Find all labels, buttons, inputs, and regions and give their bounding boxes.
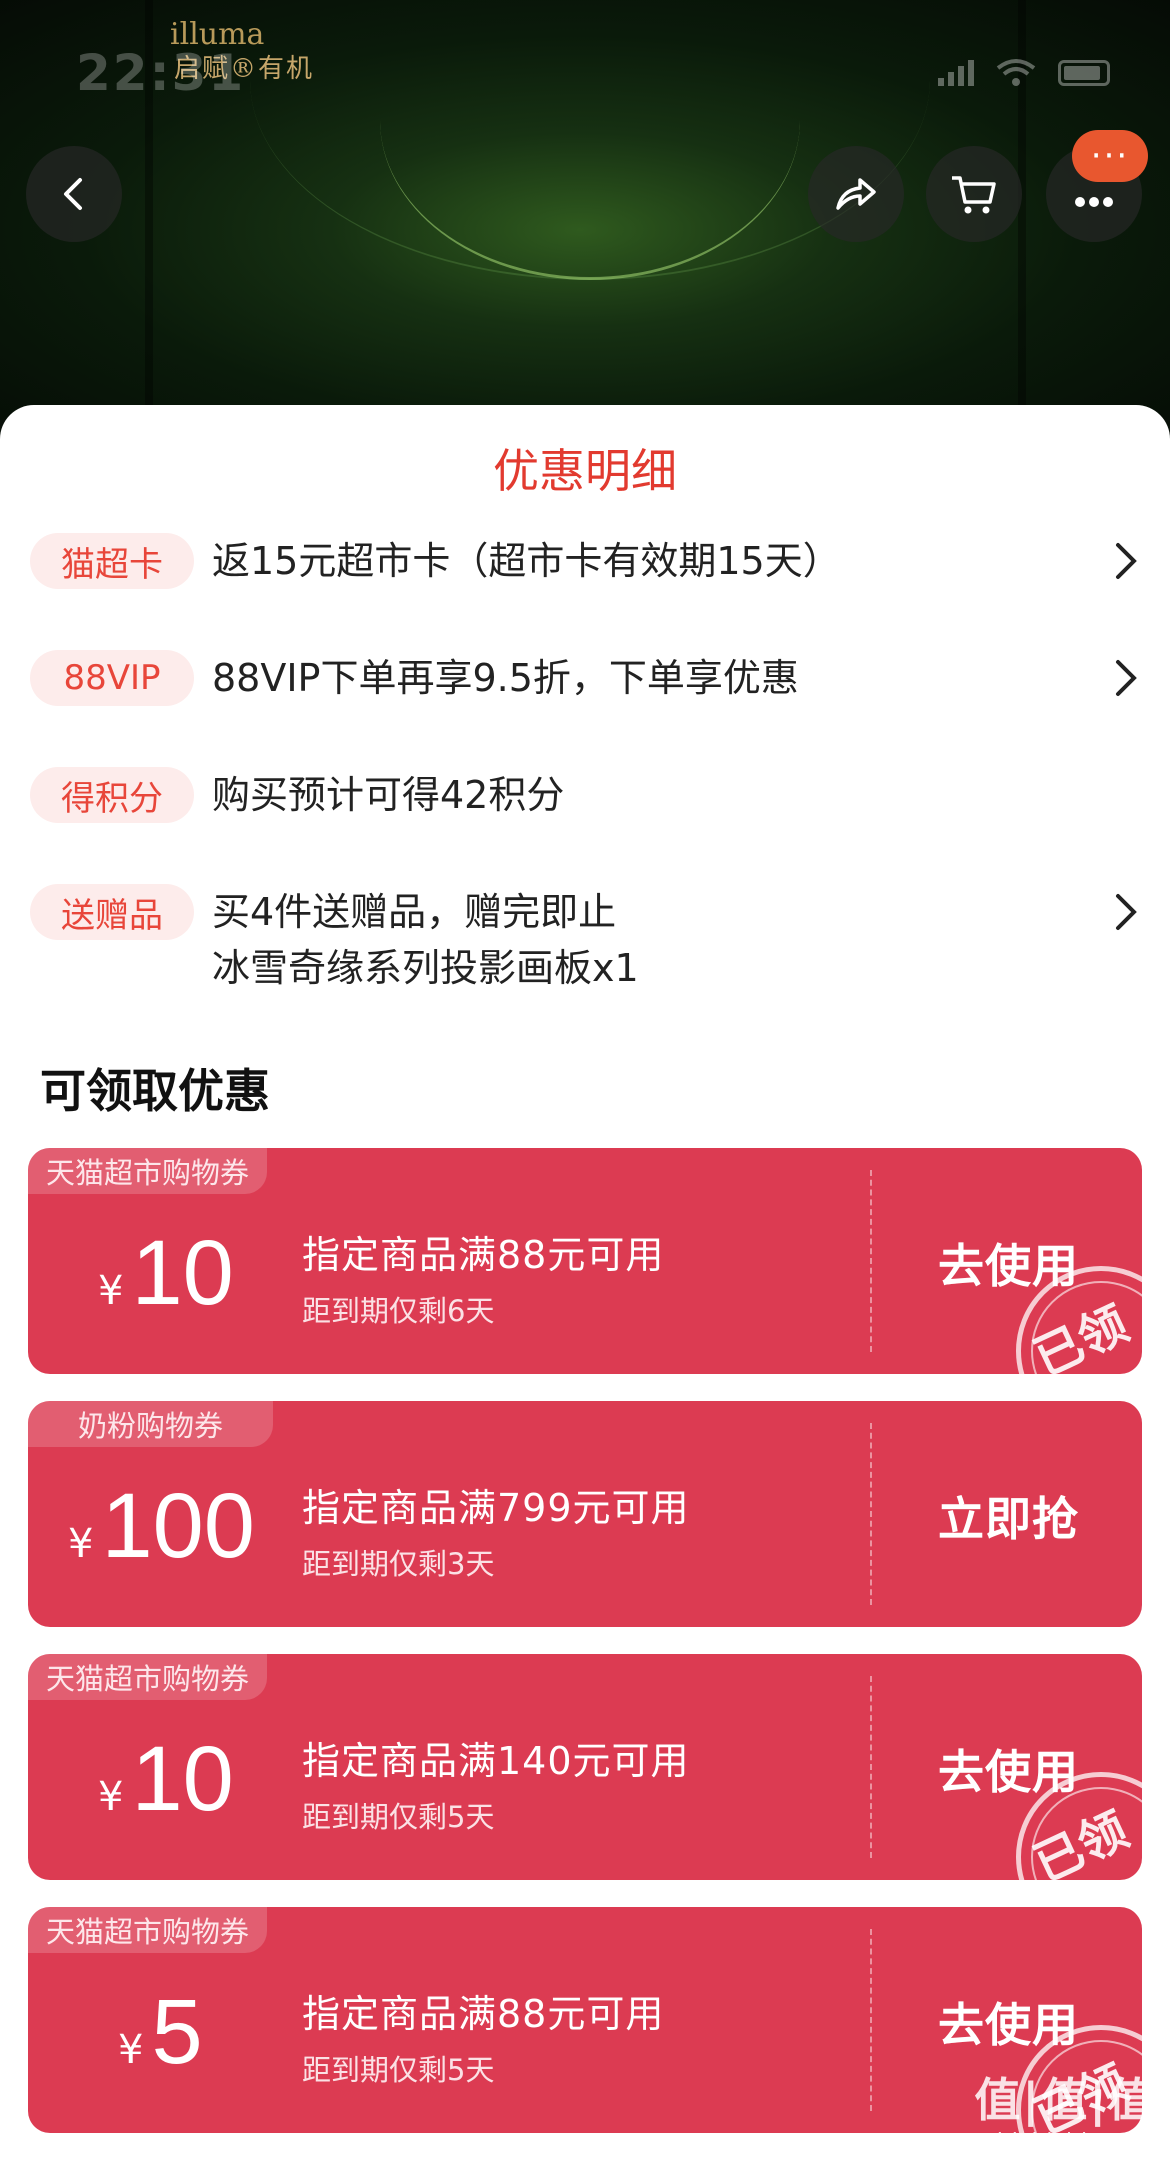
coupon-expiry: 距到期仅剩6天	[302, 1294, 495, 1328]
coupon-amount: ¥ 10	[98, 1724, 234, 1834]
coupon-amount: ¥ 10	[98, 1218, 234, 1328]
coupon-divider	[870, 1929, 872, 2111]
coupon-divider	[870, 1676, 872, 1858]
back-arrow-icon	[64, 178, 82, 210]
coupon-type-label: 天猫超市购物券	[28, 1907, 268, 1953]
coupon-type-label: 奶粉购物券	[28, 1401, 274, 1447]
coupon-condition: 指定商品满140元可用	[302, 1739, 690, 1783]
coupon-value: 10	[131, 1222, 234, 1324]
benefit-tag: 88VIP	[30, 650, 194, 706]
benefit-text: 88VIP下单再享9.5折，下单享优惠	[212, 656, 799, 700]
discount-detail-sheet: 优惠明细 猫超卡 返15元超市卡（超市卡有效期15天） 88VIP 88VIP下…	[0, 405, 1170, 2165]
currency-symbol: ¥	[98, 1268, 124, 1314]
watermark-logo: 值|值|值	[974, 2073, 1156, 2127]
chevron-right-icon	[1116, 894, 1137, 930]
benefit-tag: 猫超卡	[30, 533, 194, 589]
benefit-tag: 送赠品	[30, 884, 194, 940]
claimed-stamp-text: 已领	[1025, 1801, 1137, 1880]
back-button[interactable]	[26, 146, 122, 242]
coupon-value: 10	[131, 1728, 234, 1830]
coupon-expiry: 距到期仅剩5天	[302, 1800, 495, 1834]
benefit-row-gift[interactable]: 送赠品 买4件送赠品，赠完即止 冰雪奇缘系列投影画板x1	[30, 884, 1140, 1000]
benefit-gift-item: 冰雪奇缘系列投影画板x1	[212, 946, 639, 990]
status-time: 22:31	[76, 44, 246, 102]
coupon-condition: 指定商品满88元可用	[302, 1233, 665, 1277]
currency-symbol: ¥	[68, 1521, 94, 1567]
benefit-row-supermarket-card[interactable]: 猫超卡 返15元超市卡（超市卡有效期15天）	[30, 533, 1140, 593]
coupon-card: 天猫超市购物券 ¥ 10 指定商品满88元可用 距到期仅剩6天 去使用 已领	[28, 1148, 1142, 1374]
chevron-right-icon	[1116, 543, 1137, 579]
wifi-icon	[996, 59, 1036, 86]
benefit-row-points: 得积分 购买预计可得42积分	[30, 767, 1140, 827]
status-icons	[938, 58, 1110, 88]
battery-icon	[1058, 60, 1110, 86]
cart-icon	[952, 176, 996, 214]
benefit-text: 购买预计可得42积分	[212, 773, 565, 817]
coupon-expiry: 距到期仅剩5天	[302, 2053, 495, 2087]
currency-symbol: ¥	[98, 1774, 124, 1820]
share-button[interactable]	[808, 146, 904, 242]
section-title-coupons: 可领取优惠	[40, 1064, 270, 1118]
coupon-value: 100	[101, 1475, 255, 1577]
coupon-expiry: 距到期仅剩3天	[302, 1547, 495, 1581]
coupon-divider	[870, 1170, 872, 1352]
chevron-right-icon	[1116, 660, 1137, 696]
claimed-stamp-text: 已领	[1025, 1295, 1137, 1374]
site-watermark: 值|值|值 zhizhizhi.com	[974, 2064, 1156, 2155]
grab-coupon-button[interactable]: 立即抢	[938, 1483, 1079, 1549]
coupon-type-label: 天猫超市购物券	[28, 1148, 268, 1194]
coupon-value: 5	[151, 1981, 203, 2083]
benefit-row-88vip[interactable]: 88VIP 88VIP下单再享9.5折，下单享优惠	[30, 650, 1140, 710]
coupon-amount: ¥ 5	[118, 1977, 203, 2087]
share-icon	[836, 178, 876, 210]
benefit-text: 买4件送赠品，赠完即止	[212, 890, 617, 934]
currency-symbol: ¥	[118, 2027, 144, 2073]
cart-button[interactable]	[926, 146, 1022, 242]
benefit-text: 返15元超市卡（超市卡有效期15天）	[212, 539, 841, 583]
signal-icon	[938, 60, 974, 86]
coupon-divider	[870, 1423, 872, 1605]
coupon-type-label: 天猫超市购物券	[28, 1654, 268, 1700]
coupon-condition: 指定商品满88元可用	[302, 1992, 665, 2036]
message-badge[interactable]: ···	[1072, 130, 1148, 182]
coupon-condition: 指定商品满799元可用	[302, 1486, 690, 1530]
coupon-card: 天猫超市购物券 ¥ 10 指定商品满140元可用 距到期仅剩5天 去使用 已领	[28, 1654, 1142, 1880]
watermark-site: zhizhizhi.com	[984, 2130, 1147, 2155]
benefit-tag: 得积分	[30, 767, 194, 823]
sheet-title: 优惠明细	[493, 444, 677, 498]
coupon-card: 奶粉购物券 ¥ 100 指定商品满799元可用 距到期仅剩3天 立即抢	[28, 1401, 1142, 1627]
coupon-amount: ¥ 100	[68, 1471, 255, 1581]
